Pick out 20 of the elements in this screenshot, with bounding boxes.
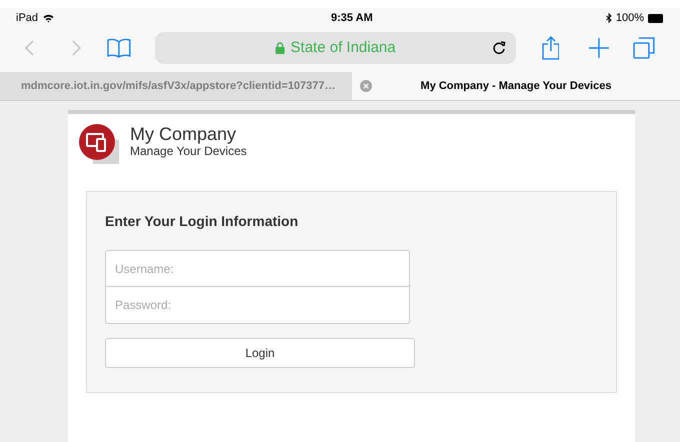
clock-time: 9:35 AM: [331, 10, 373, 26]
login-button[interactable]: Login: [105, 338, 415, 368]
reload-icon[interactable]: [492, 41, 506, 55]
bluetooth-icon: [606, 13, 612, 23]
wifi-icon: [43, 14, 54, 22]
battery-percent: 100%: [616, 10, 644, 26]
plus-icon[interactable]: [589, 38, 610, 58]
book-icon[interactable]: [106, 38, 131, 58]
company-subtitle: Manage Your Devices: [130, 144, 247, 159]
password-field[interactable]: Password:: [105, 287, 410, 324]
address-text: State of Indiana: [290, 38, 396, 58]
share-icon[interactable]: [542, 36, 560, 60]
logo-icon: [79, 124, 119, 164]
close-icon[interactable]: [360, 80, 372, 92]
username-field[interactable]: Username:: [105, 250, 410, 287]
device-label: iPad: [16, 10, 38, 26]
tabs-icon[interactable]: [633, 37, 655, 59]
company-title: My Company: [130, 124, 238, 144]
login-heading: Enter Your Login Information: [105, 212, 300, 231]
battery-icon: [648, 14, 664, 22]
